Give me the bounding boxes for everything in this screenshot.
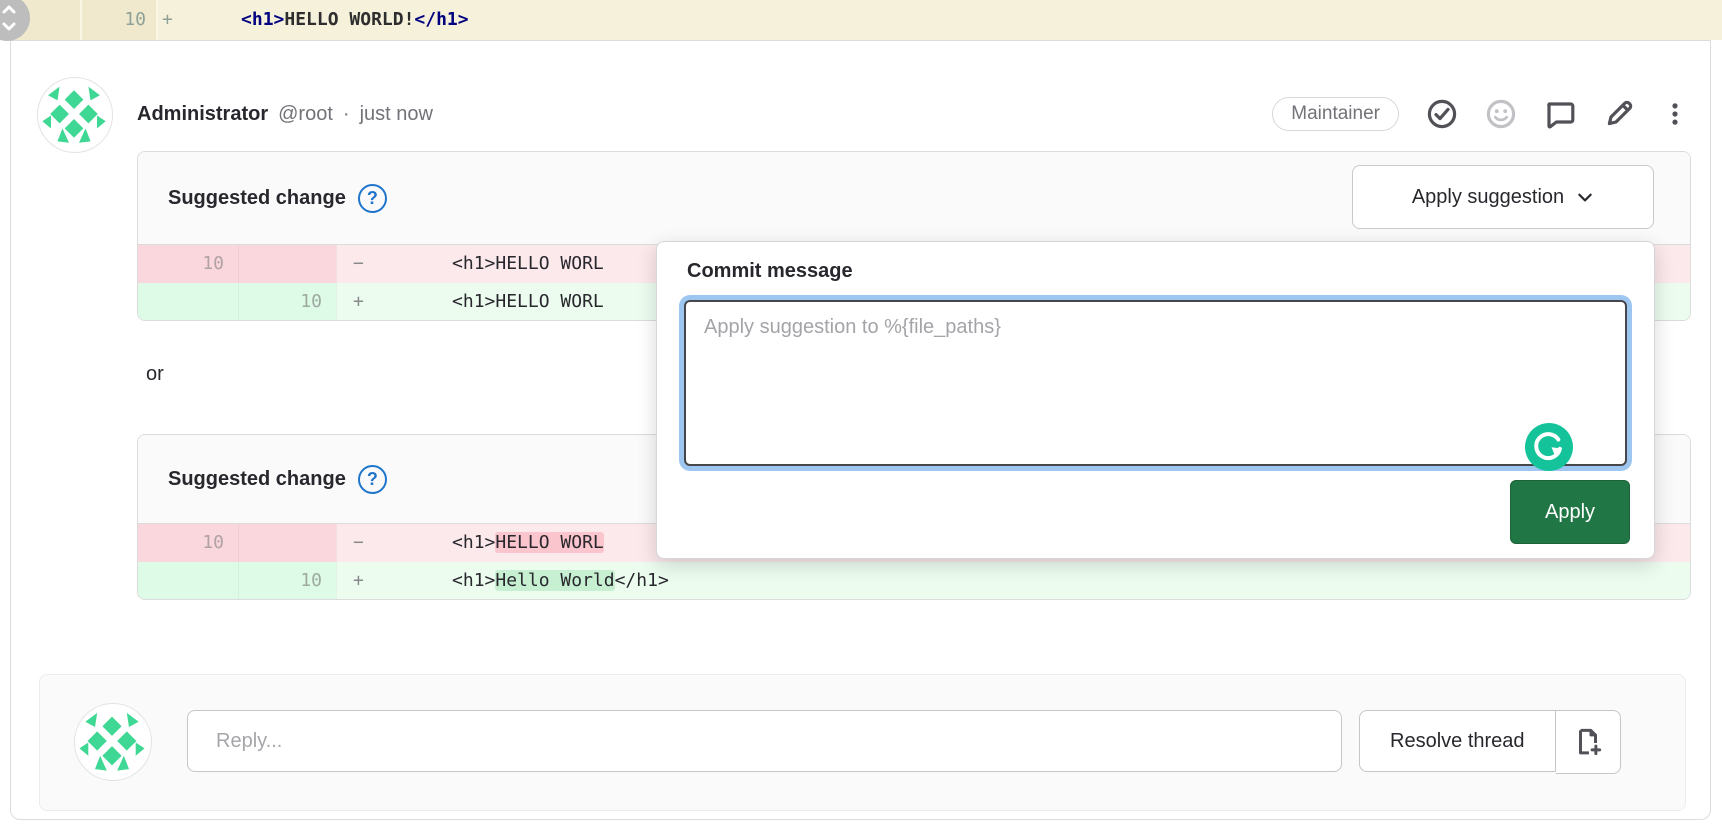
reply-input[interactable] xyxy=(187,710,1342,772)
diff-highlighted-line: 10 + <h1>HELLO WORLD!</h1> xyxy=(0,0,1722,40)
author-handle[interactable]: @root xyxy=(278,103,333,126)
suggestion-header: Suggested change ? Apply suggestion xyxy=(138,152,1690,245)
comment-timestamp[interactable]: just now xyxy=(360,103,433,126)
new-line-number: 10 xyxy=(238,562,336,600)
code-text: HELLO WORLD! xyxy=(284,9,414,30)
edit-pencil-icon[interactable] xyxy=(1603,98,1635,130)
diff-code: <h1>HELLO WORL xyxy=(387,524,604,562)
resolve-check-icon[interactable] xyxy=(1426,98,1458,130)
role-badge: Maintainer xyxy=(1272,97,1399,131)
new-issue-button[interactable] xyxy=(1556,710,1621,774)
suggestion-title: Suggested change xyxy=(168,187,346,210)
old-line-number xyxy=(138,283,238,321)
chevron-down-icon xyxy=(1576,188,1594,206)
code-open-tag: <h1> xyxy=(176,9,284,30)
diff-code: <h1>HELLO WORL xyxy=(387,283,604,321)
removed-sign: − xyxy=(337,524,387,562)
old-line-number: 10 xyxy=(138,245,238,283)
avatar[interactable] xyxy=(74,703,152,781)
or-separator-label: or xyxy=(146,363,164,386)
resolve-thread-button[interactable]: Resolve thread xyxy=(1359,710,1556,772)
popup-title: Commit message xyxy=(687,260,853,283)
new-line-number xyxy=(238,524,336,562)
diff-code-line: <h1>HELLO WORLD!</h1> xyxy=(176,0,469,40)
diff-line-number[interactable]: 10 xyxy=(80,0,146,40)
old-line-number: 10 xyxy=(138,524,238,562)
resolve-button-group: Resolve thread xyxy=(1359,710,1621,772)
suggestion-title: Suggested change xyxy=(168,468,346,491)
apply-suggestion-button[interactable]: Apply suggestion xyxy=(1352,165,1654,229)
new-line-number xyxy=(238,245,336,283)
code-close-tag: </h1> xyxy=(414,9,468,30)
discussion-thread-container: Administrator @root · just now Maintaine… xyxy=(10,40,1711,820)
old-line-number xyxy=(138,562,238,600)
avatar[interactable] xyxy=(37,77,113,153)
grammarly-icon[interactable] xyxy=(1525,423,1573,471)
diff-code-cell: + <h1>Hello World</h1> xyxy=(336,562,1690,600)
diff-code: <h1>HELLO WORL xyxy=(387,245,604,283)
added-sign: + xyxy=(337,283,387,321)
apply-suggestion-label: Apply suggestion xyxy=(1412,186,1564,209)
diff-added-sign: + xyxy=(162,0,173,40)
meta-separator: · xyxy=(343,103,350,126)
comment-actions: Maintainer xyxy=(1272,77,1688,151)
author-name[interactable]: Administrator xyxy=(137,103,268,126)
emoji-reaction-icon[interactable] xyxy=(1485,98,1517,130)
new-line-number: 10 xyxy=(238,283,336,321)
removed-sign: − xyxy=(337,245,387,283)
commit-message-textarea[interactable] xyxy=(684,300,1627,466)
added-sign: + xyxy=(337,562,387,600)
reply-panel: Resolve thread xyxy=(39,674,1686,811)
page-plus-icon xyxy=(1573,727,1603,757)
merge-request-discussion-page: 10 + <h1>HELLO WORLD!</h1> xyxy=(0,0,1722,834)
more-options-icon[interactable] xyxy=(1662,98,1688,130)
diff-code: <h1>Hello World</h1> xyxy=(387,562,669,600)
comment-header: Administrator @root · just now xyxy=(137,77,433,151)
gutter-divider xyxy=(156,0,158,40)
commit-message-popup: Commit message Apply xyxy=(656,241,1655,559)
diff-row-added: 10 + <h1>Hello World</h1> xyxy=(138,562,1690,600)
apply-button[interactable]: Apply xyxy=(1510,480,1630,544)
help-question-icon[interactable]: ? xyxy=(358,465,387,494)
help-question-icon[interactable]: ? xyxy=(358,184,387,213)
comment-icon[interactable] xyxy=(1544,98,1576,130)
